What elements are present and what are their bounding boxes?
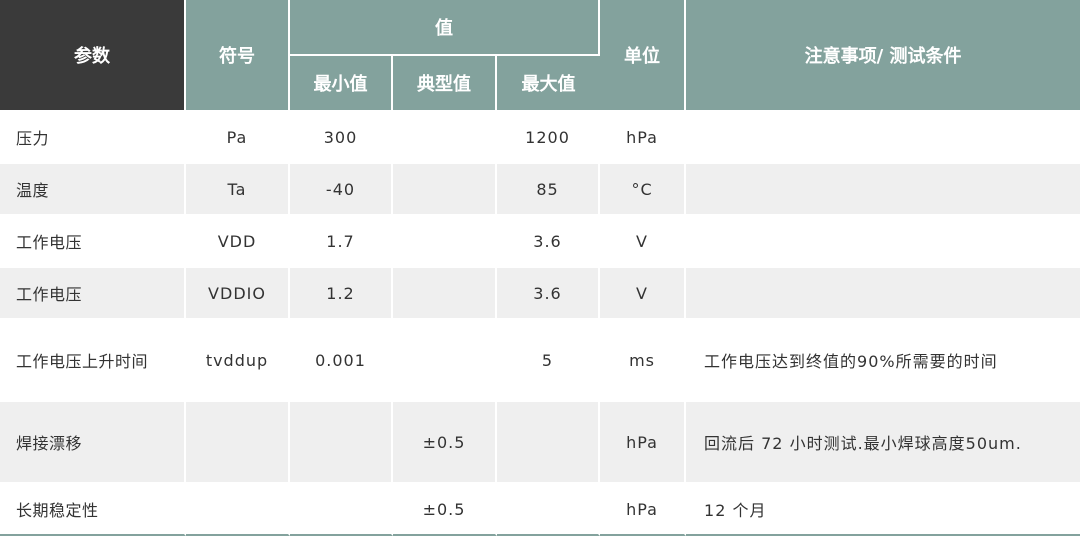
- header-value: 值: [290, 0, 601, 56]
- table-header: 参数 符号 值 单位 注意事项/ 测试条件 最小值 典型值 最大值: [0, 0, 1080, 112]
- cell-typ: ±0.5: [393, 402, 497, 484]
- cell-max: [497, 484, 601, 536]
- cell-param: 温度: [0, 164, 186, 216]
- cell-typ: [393, 164, 497, 216]
- cell-param: 压力: [0, 112, 186, 164]
- cell-param: 工作电压: [0, 216, 186, 268]
- cell-typ: [393, 112, 497, 164]
- cell-unit: °C: [600, 164, 687, 216]
- table-row: 工作电压 VDDIO 1.2 3.6 V: [0, 268, 1080, 320]
- cell-symbol: [186, 402, 290, 484]
- header-symbol: 符号: [186, 0, 290, 112]
- cell-max: 3.6: [497, 216, 601, 268]
- header-notes: 注意事项/ 测试条件: [686, 0, 1080, 112]
- cell-min: [290, 402, 393, 484]
- table-row: 工作电压 VDD 1.7 3.6 V: [0, 216, 1080, 268]
- cell-param: 工作电压上升时间: [0, 320, 186, 402]
- header-param: 参数: [0, 0, 186, 112]
- cell-min: 300: [290, 112, 393, 164]
- cell-max: 3.6: [497, 268, 601, 320]
- cell-max: 1200: [497, 112, 601, 164]
- table-row: 压力 Pa 300 1200 hPa: [0, 112, 1080, 164]
- cell-notes: 回流后 72 小时测试.最小焊球高度50um.: [686, 402, 1080, 484]
- header-max: 最大值: [497, 56, 601, 112]
- cell-max: 5: [497, 320, 601, 402]
- cell-symbol: VDD: [186, 216, 290, 268]
- cell-max: [497, 402, 601, 484]
- cell-unit: hPa: [600, 112, 687, 164]
- cell-unit: ms: [600, 320, 687, 402]
- cell-unit: hPa: [600, 484, 687, 536]
- cell-unit: V: [600, 216, 687, 268]
- cell-unit: V: [600, 268, 687, 320]
- cell-notes: [686, 164, 1080, 216]
- cell-typ: [393, 216, 497, 268]
- cell-unit: hPa: [600, 402, 687, 484]
- cell-notes: [686, 112, 1080, 164]
- table-row: 温度 Ta -40 85 °C: [0, 164, 1080, 216]
- cell-min: 1.7: [290, 216, 393, 268]
- cell-notes: [686, 268, 1080, 320]
- cell-symbol: tvddup: [186, 320, 290, 402]
- cell-min: 0.001: [290, 320, 393, 402]
- cell-min: 1.2: [290, 268, 393, 320]
- cell-min: -40: [290, 164, 393, 216]
- cell-min: [290, 484, 393, 536]
- cell-max: 85: [497, 164, 601, 216]
- spec-table: 参数 符号 值 单位 注意事项/ 测试条件 最小值 典型值 最大值 压力 Pa …: [0, 0, 1080, 536]
- cell-typ: [393, 268, 497, 320]
- cell-param: 长期稳定性: [0, 484, 186, 536]
- cell-symbol: VDDIO: [186, 268, 290, 320]
- table-row: 工作电压上升时间 tvddup 0.001 5 ms 工作电压达到终值的90%所…: [0, 320, 1080, 402]
- header-min: 最小值: [290, 56, 393, 112]
- cell-symbol: Pa: [186, 112, 290, 164]
- cell-typ: [393, 320, 497, 402]
- header-unit: 单位: [600, 0, 687, 112]
- cell-symbol: [186, 484, 290, 536]
- cell-notes: [686, 216, 1080, 268]
- cell-notes: 工作电压达到终值的90%所需要的时间: [686, 320, 1080, 402]
- header-typ: 典型值: [393, 56, 497, 112]
- cell-notes: 12 个月: [686, 484, 1080, 536]
- table-row: 长期稳定性 ±0.5 hPa 12 个月: [0, 484, 1080, 536]
- cell-param: 工作电压: [0, 268, 186, 320]
- table-body: 压力 Pa 300 1200 hPa 温度 Ta -40 85 °C 工作电压 …: [0, 112, 1080, 536]
- cell-param: 焊接漂移: [0, 402, 186, 484]
- cell-symbol: Ta: [186, 164, 290, 216]
- cell-typ: ±0.5: [393, 484, 497, 536]
- table-row: 焊接漂移 ±0.5 hPa 回流后 72 小时测试.最小焊球高度50um.: [0, 402, 1080, 484]
